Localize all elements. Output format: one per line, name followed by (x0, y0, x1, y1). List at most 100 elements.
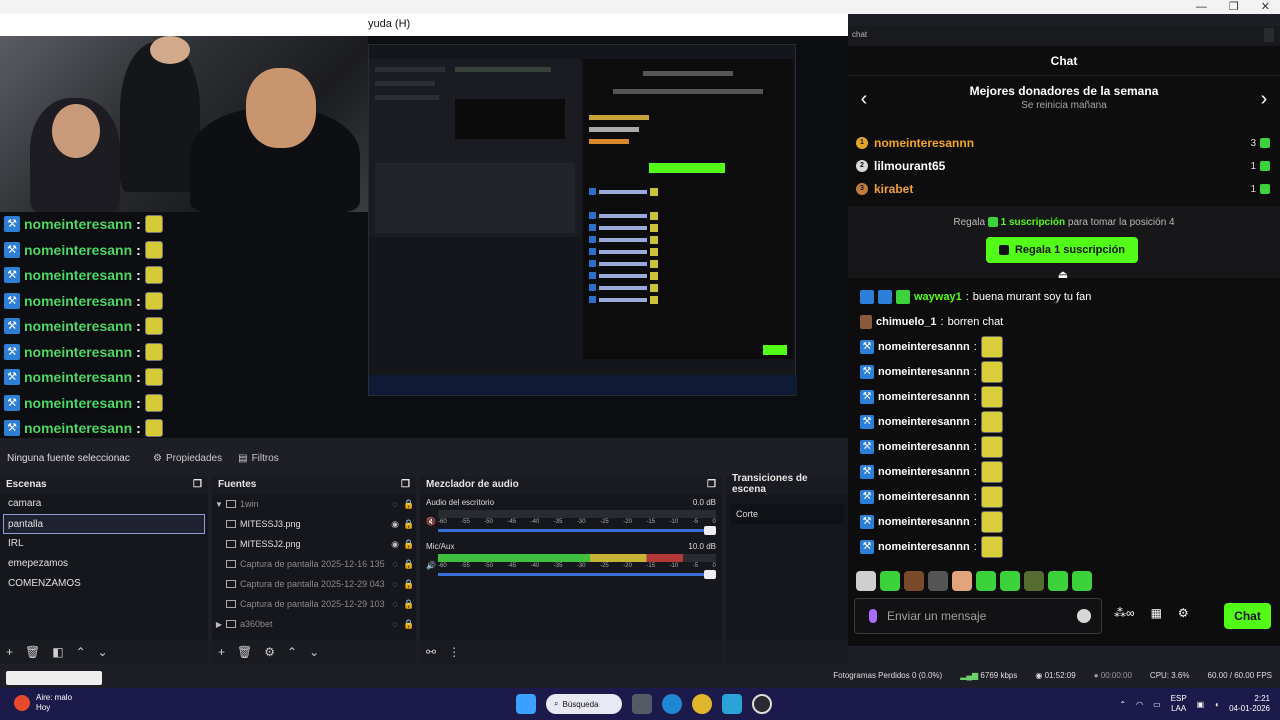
volume-slider[interactable] (438, 526, 716, 535)
chevron-left-icon[interactable]: ‹ (854, 88, 874, 111)
transition-select[interactable]: Corte (730, 504, 844, 524)
lock-icon[interactable]: 🔒 (402, 519, 416, 530)
chat-username[interactable]: nomeinteresannn (878, 416, 970, 428)
emote-picker-icon[interactable] (976, 571, 996, 591)
emote-picker-icon[interactable] (904, 571, 924, 591)
obs-icon[interactable] (752, 694, 772, 714)
collapse-pin-icon[interactable]: ⏏ (1056, 269, 1070, 281)
windows-start-icon[interactable] (516, 694, 536, 714)
chat-send-button[interactable]: Chat (1224, 603, 1271, 629)
language-indicator[interactable]: ESP LAA (1171, 694, 1187, 714)
edge-icon[interactable] (662, 694, 682, 714)
scene-item[interactable]: emepezamos (0, 554, 208, 574)
close-icon[interactable]: ✕ (1261, 0, 1270, 14)
tray-chevron-icon[interactable]: ⌃ (1119, 700, 1126, 709)
weather-widget[interactable]: Aire: malo Hoy (14, 693, 72, 713)
emote-picker-icon[interactable] (1024, 571, 1044, 591)
chrome-icon[interactable] (692, 694, 712, 714)
emote-picker-icon[interactable] (1048, 571, 1068, 591)
close-icon[interactable] (1264, 28, 1274, 42)
chat-username[interactable]: nomeinteresannn (878, 491, 970, 503)
chat-input[interactable]: Enviar un mensaje (854, 598, 1102, 634)
filter-icon[interactable]: ◧ (52, 645, 63, 659)
chat-username[interactable]: nomeinteresannn (878, 441, 970, 453)
chat-username[interactable]: nomeinteresannn (878, 366, 970, 378)
source-row[interactable]: Captura de pantalla 2025-12-29 103 ◌ 🔒 (212, 594, 416, 614)
chevron-down-icon[interactable]: ⌄ (309, 645, 319, 659)
notepad-icon[interactable] (722, 694, 742, 714)
task-view-icon[interactable] (632, 694, 652, 714)
eye-off-icon[interactable]: ◌ (388, 559, 402, 569)
wifi-icon[interactable]: ◠ (1136, 700, 1143, 709)
lock-icon[interactable]: 🔒 (402, 499, 416, 510)
source-row[interactable]: ▼ 1win ◌ 🔒 (212, 494, 416, 514)
scene-item[interactable]: pantalla (3, 514, 205, 534)
maximize-icon[interactable]: ❐ (1229, 0, 1239, 14)
filters-button[interactable]: ▤ Filtros (238, 453, 279, 464)
gear-icon[interactable]: ⚙ (1178, 606, 1189, 620)
gear-icon[interactable]: ⚙ (264, 645, 275, 659)
chat-username[interactable]: nomeinteresannn (878, 391, 970, 403)
volume-slider-knob[interactable] (704, 570, 716, 579)
lock-icon[interactable]: 🔒 (402, 539, 416, 550)
taskbar-search[interactable]: ⌕ Búsqueda (546, 694, 622, 714)
eye-icon[interactable]: ◉ (388, 519, 402, 530)
emote-picker-icon[interactable] (880, 571, 900, 591)
source-row[interactable]: Captura de pantalla 2025-12-29 043 ◌ 🔒 (212, 574, 416, 594)
menu-help[interactable]: yuda (H) (368, 18, 410, 30)
scene-item[interactable]: camara (0, 494, 208, 514)
scene-item[interactable]: COMENZAMOS (0, 574, 208, 594)
emote-picker-icon[interactable] (1072, 571, 1092, 591)
chevron-up-icon[interactable]: ⌃ (76, 645, 86, 659)
expand-icon[interactable]: ▼ (212, 500, 226, 509)
link-icon[interactable]: ⚯ (426, 645, 436, 659)
source-row[interactable]: MITESSJ3.png ◉ 🔒 (212, 514, 416, 534)
chevron-down-icon[interactable]: ⌄ (98, 645, 108, 659)
trash-icon[interactable]: 🗑 (237, 645, 252, 659)
lock-icon[interactable]: 🔒 (402, 559, 416, 570)
emote-picker-icon[interactable] (1000, 571, 1020, 591)
add-icon[interactable]: + (6, 645, 13, 659)
chevron-right-icon[interactable]: › (1254, 88, 1274, 111)
lock-icon[interactable]: 🔒 (402, 579, 416, 590)
chat-username[interactable]: nomeinteresannn (878, 516, 970, 528)
more-icon[interactable]: ⋮ (448, 645, 460, 659)
speaker-muted-icon[interactable]: 🔇 (426, 517, 436, 526)
volume-slider[interactable] (438, 570, 716, 579)
minimize-icon[interactable]: — (1196, 0, 1207, 14)
eye-off-icon[interactable]: ◌ (388, 499, 402, 509)
source-row[interactable]: Captura de pantalla 2025-12-16 135 ◌ 🔒 (212, 554, 416, 574)
network-icon[interactable]: ▣ (1197, 700, 1205, 709)
eye-icon[interactable]: ◉ (388, 539, 402, 550)
eye-off-icon[interactable]: ◌ (388, 619, 402, 629)
chat-username[interactable]: nomeinteresannn (878, 466, 970, 478)
eye-off-icon[interactable]: ◌ (388, 599, 402, 609)
source-row[interactable]: MITESSJ2.png ◉ 🔒 (212, 534, 416, 554)
properties-button[interactable]: ⚙ Propiedades (153, 453, 222, 464)
emote-picker-icon[interactable] (928, 571, 948, 591)
clock[interactable]: 2:21 04-01-2026 (1229, 694, 1270, 714)
points-icon[interactable]: ⁂∞ (1114, 606, 1135, 620)
emote-picker-icon[interactable] (952, 571, 972, 591)
chat-username[interactable]: nomeinteresannn (878, 341, 970, 353)
lock-icon[interactable]: 🔒 (402, 619, 416, 630)
battery-icon[interactable]: ▭ (1153, 700, 1161, 709)
volume-slider-knob[interactable] (704, 526, 716, 535)
scene-item[interactable]: IRL (0, 534, 208, 554)
trash-icon[interactable]: 🗑 (25, 645, 40, 659)
gift-subscription-button[interactable]: Regala 1 suscripción (986, 237, 1138, 263)
source-row[interactable]: ▶ a360bet ◌ 🔒 (212, 614, 416, 634)
add-icon[interactable]: + (218, 645, 225, 659)
lock-icon[interactable]: 🔒 (402, 599, 416, 610)
volume-icon[interactable]: ◖ (1214, 700, 1219, 709)
store-icon[interactable]: ▦ (1151, 606, 1162, 620)
speaker-icon[interactable]: 🔊 (426, 561, 436, 570)
eye-off-icon[interactable]: ◌ (388, 579, 402, 589)
chat-username[interactable]: wayway1 (914, 291, 962, 303)
chat-username[interactable]: nomeinteresannn (878, 541, 970, 553)
emoji-icon[interactable] (1077, 609, 1091, 623)
chevron-up-icon[interactable]: ⌃ (287, 645, 297, 659)
mic-icon[interactable] (869, 609, 877, 623)
emote-picker-icon[interactable] (856, 571, 876, 591)
dock-float-icon[interactable]: ❐ (401, 479, 410, 490)
